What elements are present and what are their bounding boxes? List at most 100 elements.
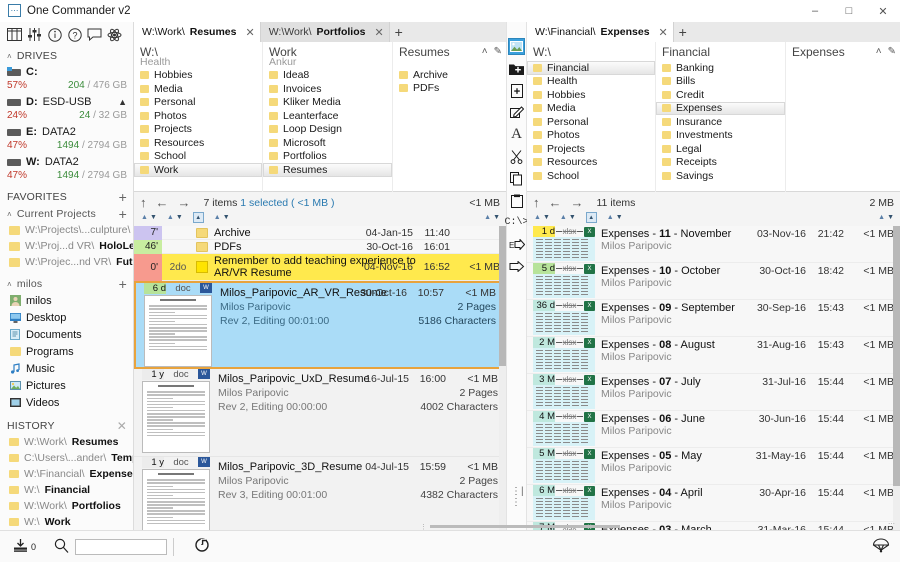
text-icon[interactable]: A	[508, 126, 525, 143]
drive-item-c[interactable]: C: 57% 204 / 476 GB	[0, 64, 133, 94]
column-item-selected[interactable]: Expenses	[656, 101, 785, 115]
column-item[interactable]: Loop Design	[263, 123, 392, 137]
pane-splitter-handle[interactable]: ⋮|⋮	[511, 486, 526, 508]
search-input[interactable]	[75, 538, 168, 555]
new-tab-button[interactable]: +	[674, 22, 692, 42]
spreadsheet-row[interactable]: 5 d xlsx X Expenses - 10 - October 30-Oct-…	[527, 263, 900, 300]
tab-expenses[interactable]: W:\Financial\ Expenses ✕	[527, 22, 674, 42]
column-item[interactable]: Microsoft	[263, 136, 392, 150]
sort-control-1[interactable]: ▲ ▼	[534, 214, 550, 221]
tab-close-icon[interactable]: ✕	[374, 26, 383, 39]
edit-icon[interactable]: ✎	[888, 46, 896, 57]
up-icon[interactable]: ↑	[140, 195, 147, 210]
refresh-icon[interactable]	[194, 537, 210, 556]
horizontal-scroll-indicator[interactable]: ⋮	[420, 523, 630, 531]
tab-resumes[interactable]: W:\Work\ Resumes ✕	[134, 22, 261, 42]
column-item[interactable]: Projects	[527, 142, 655, 156]
document-row[interactable]: 1 y doc W Milos_Paripovic_3D_Resume 04-J…	[134, 456, 506, 530]
sidebar-item-pictures[interactable]: Pictures	[0, 377, 133, 394]
column-item[interactable]: Savings	[656, 169, 785, 183]
comment-icon[interactable]	[86, 26, 103, 43]
tab-portfolios[interactable]: W:\Work\ Portfolios ✕	[260, 22, 390, 42]
column-item[interactable]: School	[527, 169, 655, 183]
parachute-icon[interactable]	[872, 537, 900, 556]
column-item[interactable]: Personal	[134, 96, 262, 110]
column-item[interactable]: Kliker Media	[263, 96, 392, 110]
maximize-button[interactable]: □	[832, 0, 866, 22]
folder-row[interactable]: 46' PDFs 30-Oct-16 16:01	[134, 239, 506, 254]
sidebar-item-music[interactable]: Music	[0, 360, 133, 377]
new-file-icon[interactable]	[508, 82, 525, 99]
spreadsheet-row[interactable]: 1 d xlsx X Expenses - 11 - November 03-Nov…	[527, 226, 900, 263]
history-item[interactable]: W:\ Work	[0, 514, 133, 530]
column-item[interactable]: Archive	[393, 68, 506, 82]
back-icon[interactable]: ←	[549, 195, 562, 210]
right-scrollbar-thumb[interactable]	[893, 226, 900, 486]
eject-icon[interactable]: ▲	[118, 97, 127, 107]
history-item[interactable]: C:\Users\...ander\ Templates	[0, 450, 133, 466]
search-box[interactable]	[54, 538, 168, 556]
minimize-button[interactable]: –	[798, 0, 832, 22]
image-preview-icon[interactable]	[508, 38, 525, 55]
edit-icon[interactable]: ✎	[494, 46, 502, 57]
column-item[interactable]: Hobbies	[134, 69, 262, 83]
column-item[interactable]: Photos	[134, 109, 262, 123]
sort-active-box[interactable]: ▲	[585, 212, 597, 223]
drive-item-e[interactable]: E: DATA2 47% 1494 / 2794 GB	[0, 124, 133, 154]
column-item[interactable]: Insurance	[656, 115, 785, 129]
note-row[interactable]: 0' 2do Remember to add teaching experien…	[134, 253, 506, 281]
collapse-icon[interactable]: ˄	[876, 46, 882, 57]
sidebar-item-videos[interactable]: Videos	[0, 394, 133, 411]
column-item-selected[interactable]: Financial	[527, 61, 655, 75]
column-item-partial[interactable]: Ankur	[263, 55, 392, 69]
column-item[interactable]: Media	[134, 82, 262, 96]
downloads-indicator[interactable]: 0	[0, 538, 36, 556]
history-item[interactable]: W:\Financial\ Expenses	[0, 466, 133, 482]
panels-icon[interactable]	[6, 26, 23, 43]
column-item-selected[interactable]: Resumes	[263, 163, 392, 177]
sort-control-3[interactable]: ▲ ▼	[214, 214, 230, 221]
column-item[interactable]: Legal	[656, 142, 785, 156]
sort-control-size[interactable]: ▲ ▼	[878, 214, 894, 221]
sidebar-section-current-projects[interactable]: ˄ Current Projects +	[0, 205, 133, 222]
new-folder-icon[interactable]	[508, 60, 525, 77]
drive-item-w[interactable]: W: DATA2 47% 1494 / 2794 GB	[0, 154, 133, 184]
column-item[interactable]: Banking	[656, 61, 785, 75]
sort-control-size[interactable]: ▲ ▼	[484, 214, 500, 221]
back-icon[interactable]: ←	[156, 195, 169, 210]
column-item-selected[interactable]: Work	[134, 163, 262, 177]
column-item[interactable]: Media	[527, 102, 655, 116]
sidebar-section-favorites[interactable]: FAVORITES +	[0, 188, 133, 205]
left-file-list[interactable]: 7' Archive 04-Jan-15 11:40 46' PDFs 30-O…	[134, 226, 506, 530]
history-item[interactable]: W:\Work\ Resumes	[0, 434, 133, 450]
sliders-icon[interactable]	[26, 26, 43, 43]
atom-icon[interactable]	[106, 26, 123, 43]
column-item[interactable]: Resources	[527, 156, 655, 170]
close-history-icon[interactable]: ✕	[117, 420, 127, 432]
forward-icon[interactable]: →	[178, 195, 191, 210]
right-file-list[interactable]: 1 d xlsx X Expenses - 11 - November 03-Nov…	[527, 226, 900, 556]
tab-close-icon[interactable]: ✕	[245, 26, 254, 39]
sidebar-item-documents[interactable]: Documents	[0, 326, 133, 343]
column-item[interactable]: Portfolios	[263, 150, 392, 164]
spreadsheet-row[interactable]: 2 M xlsx X Expenses - 08 - August 31-Aug-1…	[527, 337, 900, 374]
column-item[interactable]: PDFs	[393, 82, 506, 96]
close-button[interactable]: ✕	[866, 0, 900, 22]
column-item[interactable]: Projects	[134, 123, 262, 137]
column-item[interactable]: Receipts	[656, 156, 785, 170]
column-item[interactable]: Photos	[527, 129, 655, 143]
favorite-item[interactable]: W:\Projects\...culpture\Tyrion	[0, 222, 133, 238]
column-item[interactable]: Idea8	[263, 69, 392, 83]
sort-control-2[interactable]: ▲ ▼	[560, 214, 576, 221]
sidebar-section-history[interactable]: HISTORY ✕	[0, 417, 133, 434]
column-item[interactable]: Leanterface	[263, 109, 392, 123]
spreadsheet-row[interactable]: 4 M xlsx X Expenses - 06 - June 30-Jun-16 1…	[527, 411, 900, 448]
move-to-icon[interactable]: E	[508, 236, 525, 253]
column-item[interactable]: Credit	[656, 88, 785, 102]
column-item[interactable]: Hobbies	[527, 88, 655, 102]
column-item[interactable]: Personal	[527, 115, 655, 129]
document-row[interactable]: 1 y doc W Milos_Paripovic_UxD_Resume 16-…	[134, 368, 506, 457]
column-item[interactable]: Resources	[134, 136, 262, 150]
collapse-icon[interactable]: ˄	[482, 46, 488, 57]
column-item-partial[interactable]: Health	[134, 55, 262, 69]
